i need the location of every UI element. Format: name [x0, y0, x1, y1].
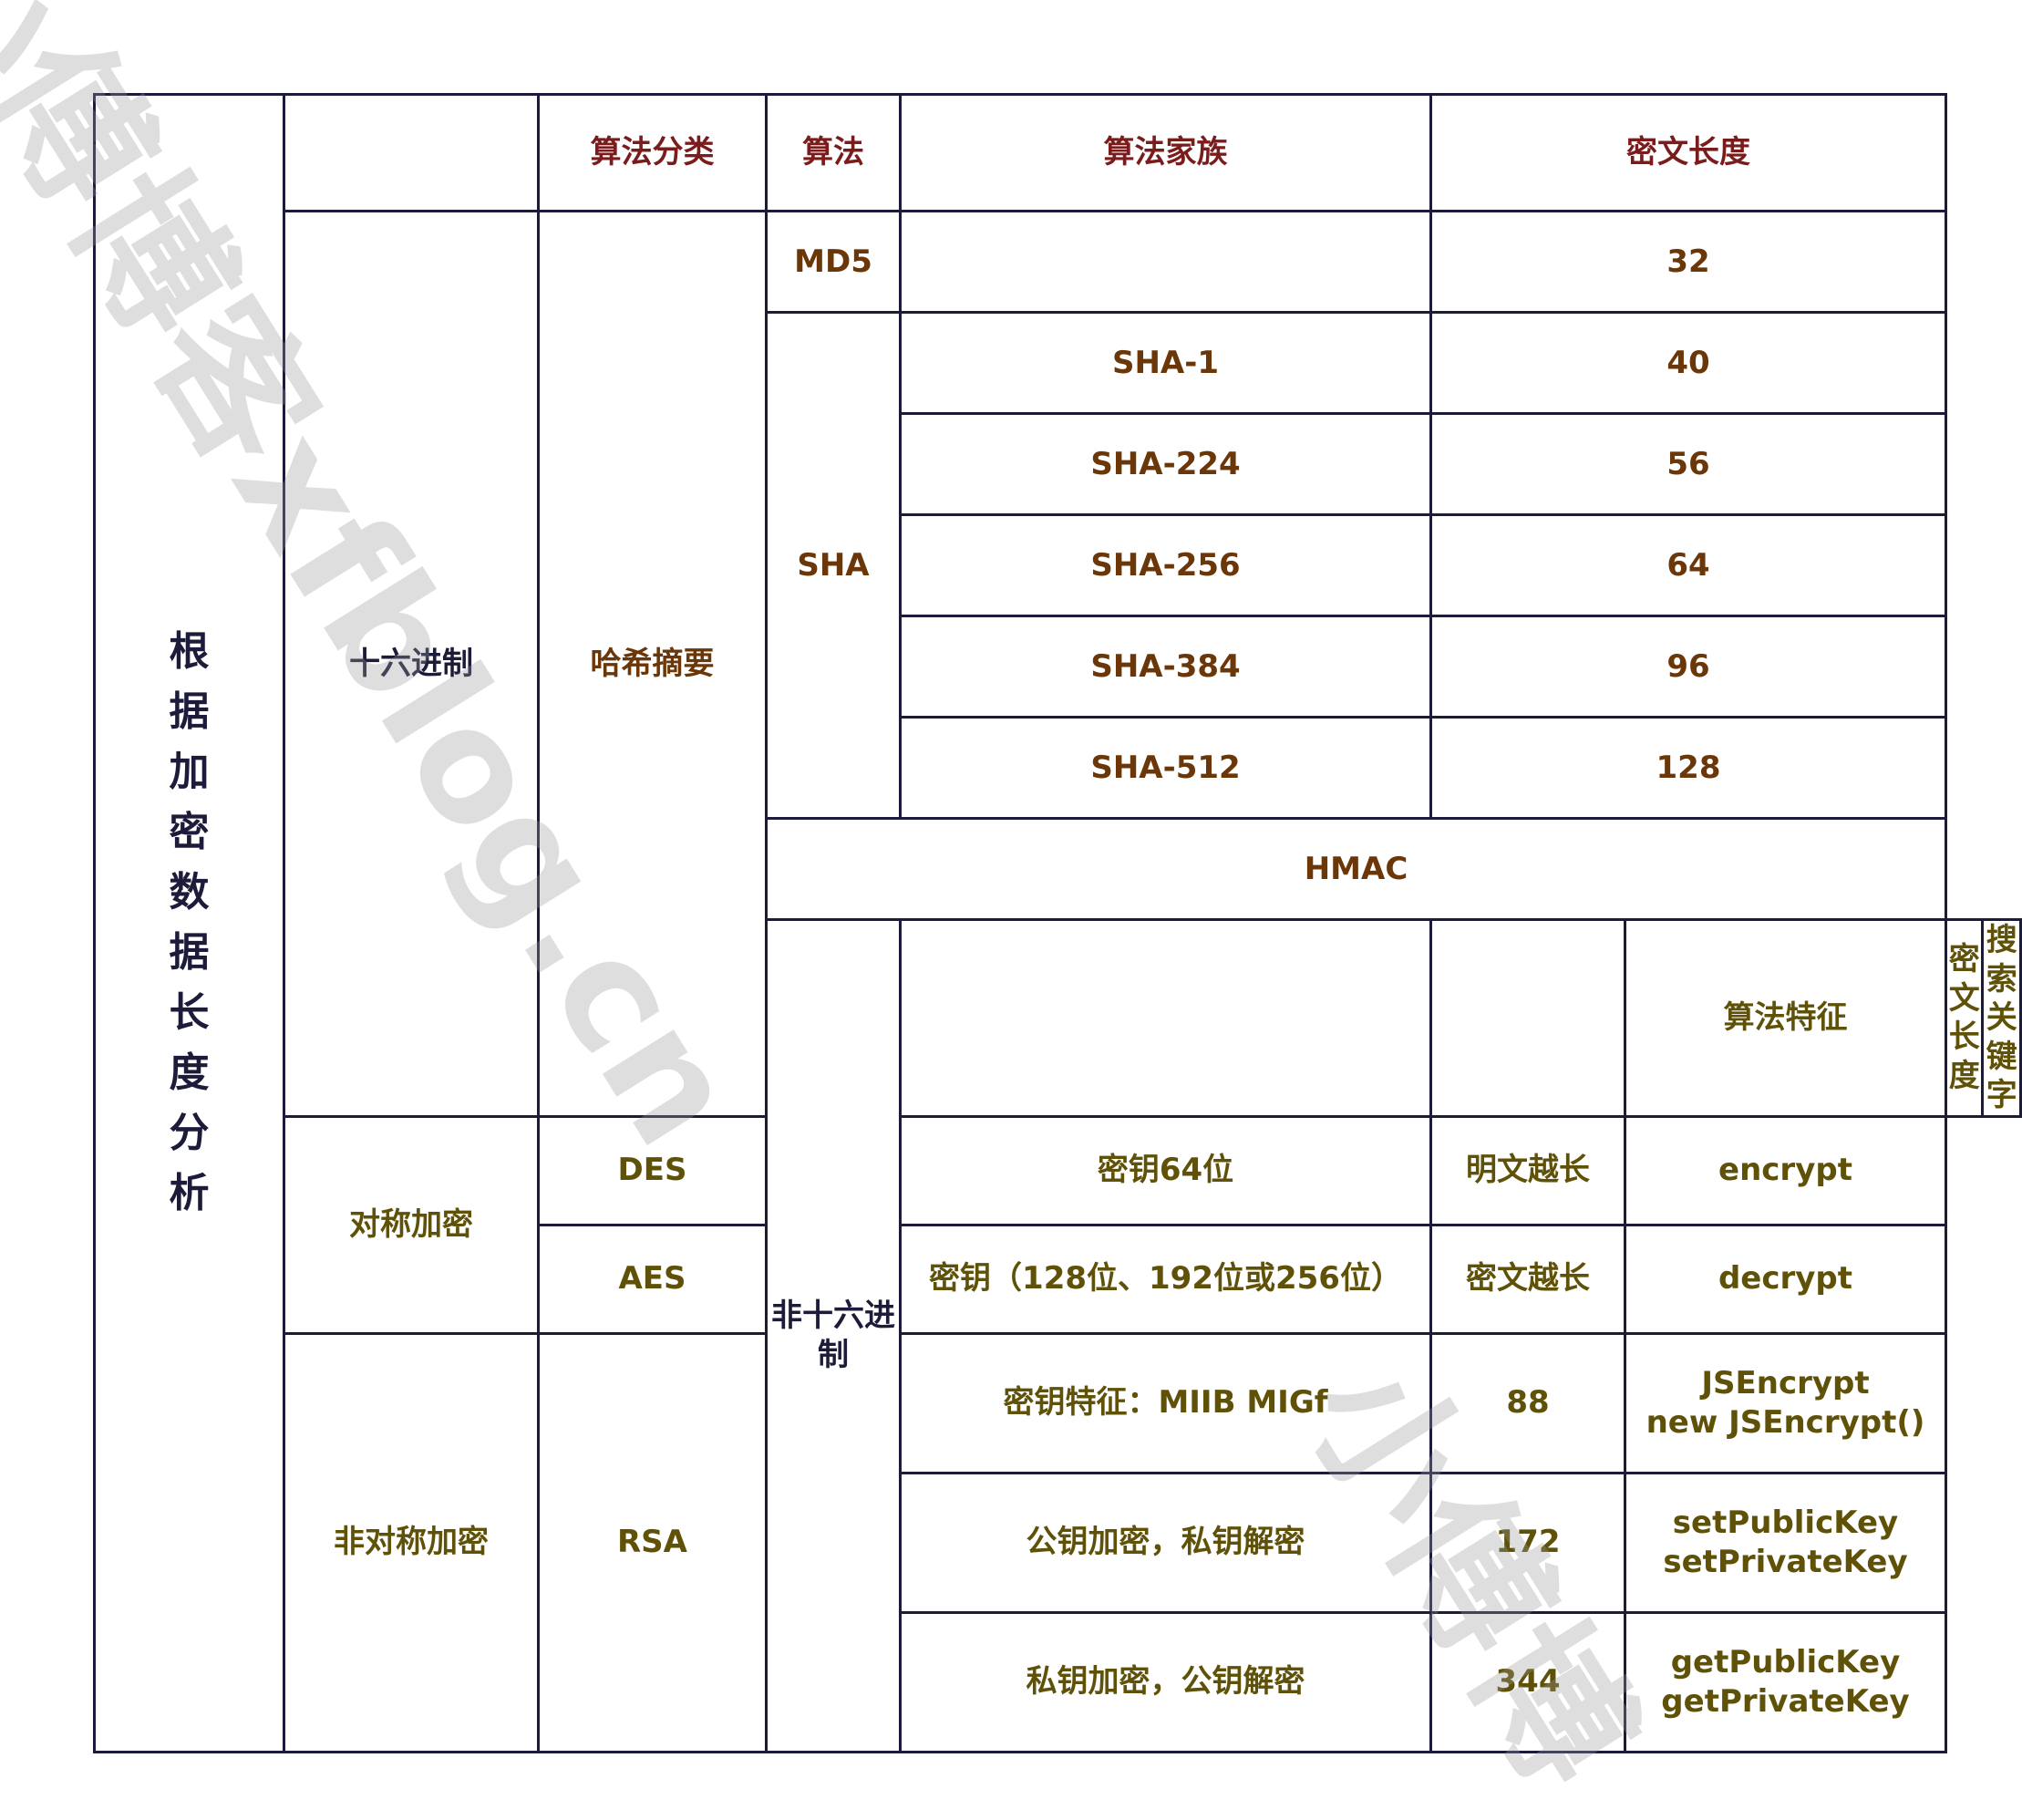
rsa-length: 344	[1429, 1610, 1626, 1753]
title-char: 数	[169, 869, 210, 916]
rsa-keyword-line: setPublicKey	[1672, 1505, 1899, 1541]
rsa-keyword: JSEncrypt new JSEncrypt()	[1624, 1331, 1947, 1474]
title-char: 分	[169, 1110, 210, 1157]
rsa-keyword-line: setPrivateKey	[1663, 1543, 1908, 1580]
hex-label: 十六进制	[283, 210, 540, 1118]
nonhex-header-feature: 算法特征	[1624, 918, 1947, 1118]
sha-family: SHA-384	[899, 615, 1432, 719]
table-title-vertical: 根 据 加 密 数 据 长 度 分 析	[93, 93, 285, 1753]
aes-algorithm: AES	[537, 1223, 768, 1335]
rsa-algorithm: RSA	[537, 1331, 768, 1753]
rsa-feature: 密钥特征：MIIB MIGf	[899, 1331, 1432, 1474]
rsa-feature: 私钥加密，公钥解密	[899, 1610, 1432, 1753]
encryption-length-table: 根 据 加 密 数 据 长 度 分 析 算法分类 算法 算法家族 密文长度 十六…	[93, 93, 2022, 1753]
title-char: 据	[169, 688, 210, 736]
sha-family: SHA-256	[899, 513, 1432, 617]
aes-feature: 密钥（128位、192位或256位）	[899, 1223, 1432, 1335]
rsa-length: 88	[1429, 1331, 1626, 1474]
hmac-cell: HMAC	[765, 817, 1947, 921]
aes-length: 密文越长	[1429, 1223, 1626, 1335]
md5-family	[899, 210, 1432, 314]
sha-length: 56	[1429, 412, 1947, 516]
symmetric-category: 对称加密	[283, 1114, 540, 1335]
title-char: 根	[169, 628, 210, 676]
sha-algorithm: SHA	[765, 311, 902, 820]
header-blank-cell	[283, 93, 540, 212]
sha-length: 40	[1429, 311, 1947, 415]
rsa-feature: 公钥加密，私钥解密	[899, 1471, 1432, 1614]
title-char: 长	[169, 989, 210, 1037]
nonhex-header-keyword: 搜索关键字	[1981, 918, 2022, 1118]
aes-keyword: decrypt	[1624, 1223, 1947, 1335]
rsa-keyword: getPublicKey getPrivateKey	[1624, 1610, 1947, 1753]
md5-length: 32	[1429, 210, 1947, 314]
nonhex-label: 非十六进制	[765, 918, 902, 1753]
sha-family: SHA-224	[899, 412, 1432, 516]
rsa-keyword-line: getPublicKey	[1670, 1644, 1901, 1680]
title-char: 析	[169, 1170, 210, 1217]
title-char: 度	[169, 1050, 210, 1097]
sha-family: SHA-512	[899, 716, 1432, 820]
sha-family: SHA-1	[899, 311, 1432, 415]
hash-category: 哈希摘要	[537, 210, 768, 1118]
sha-length: 128	[1429, 716, 1947, 820]
des-algorithm: DES	[537, 1114, 768, 1226]
rsa-length: 172	[1429, 1471, 1626, 1614]
header-algorithm: 算法	[765, 93, 902, 212]
title-char: 加	[169, 749, 210, 796]
header-family: 算法家族	[899, 93, 1432, 212]
nonhex-header-blank	[899, 918, 1432, 1118]
sha-length: 64	[1429, 513, 1947, 617]
des-keyword: encrypt	[1624, 1114, 1947, 1226]
title-char: 密	[169, 809, 210, 856]
rsa-keyword: setPublicKey setPrivateKey	[1624, 1471, 1947, 1614]
header-length: 密文长度	[1429, 93, 1947, 212]
nonhex-header-blank	[1429, 918, 1626, 1118]
rsa-keyword-line: getPrivateKey	[1661, 1682, 1910, 1720]
des-feature: 密钥64位	[899, 1114, 1432, 1226]
rsa-keyword-line: JSEncrypt	[1701, 1365, 1870, 1401]
des-length: 明文越长	[1429, 1114, 1626, 1226]
asymmetric-category: 非对称加密	[283, 1331, 540, 1753]
header-category: 算法分类	[537, 93, 768, 212]
md5-algorithm: MD5	[765, 210, 902, 314]
rsa-keyword-line: new JSEncrypt()	[1645, 1403, 1925, 1441]
title-char: 据	[169, 929, 210, 977]
nonhex-header-length: 密文长度	[1944, 918, 1985, 1118]
sha-length: 96	[1429, 615, 1947, 719]
